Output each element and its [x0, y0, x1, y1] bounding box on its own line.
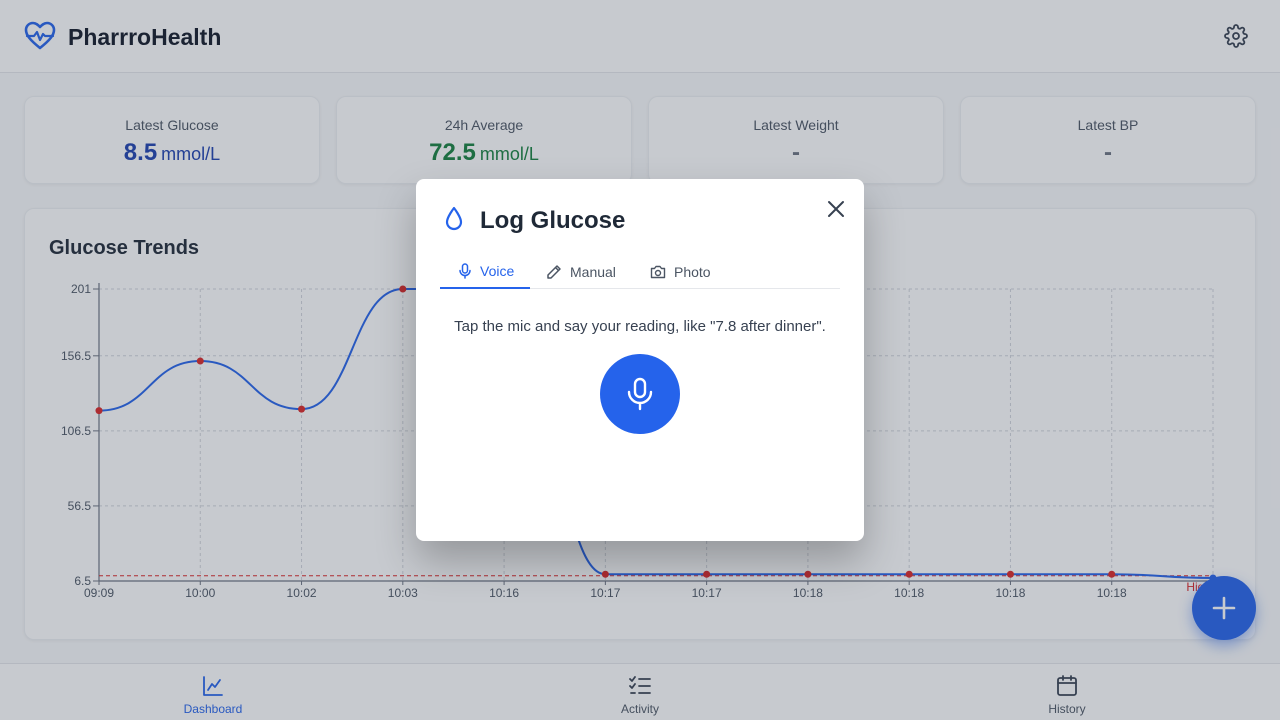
close-button[interactable]: [824, 197, 848, 221]
input-method-tabs: Voice Manual Photo: [440, 255, 840, 289]
tab-label: Manual: [570, 264, 616, 280]
voice-instructions: Tap the mic and say your reading, like "…: [454, 318, 826, 335]
mic-icon: [459, 263, 471, 279]
droplet-icon: [445, 206, 463, 231]
tab-photo[interactable]: Photo: [650, 255, 711, 289]
tab-manual[interactable]: Manual: [546, 255, 616, 289]
record-voice-button[interactable]: [600, 354, 680, 434]
dialog-title: Log Glucose: [480, 207, 626, 234]
mic-icon: [627, 377, 653, 411]
camera-icon: [650, 265, 666, 279]
tab-label: Voice: [480, 263, 515, 279]
log-glucose-dialog: Log Glucose Voice Manual Photo Tap the m…: [416, 179, 864, 541]
pencil-icon: [547, 265, 561, 279]
tab-voice[interactable]: Voice: [440, 255, 530, 289]
tab-label: Photo: [674, 264, 711, 280]
close-icon: [828, 201, 844, 217]
